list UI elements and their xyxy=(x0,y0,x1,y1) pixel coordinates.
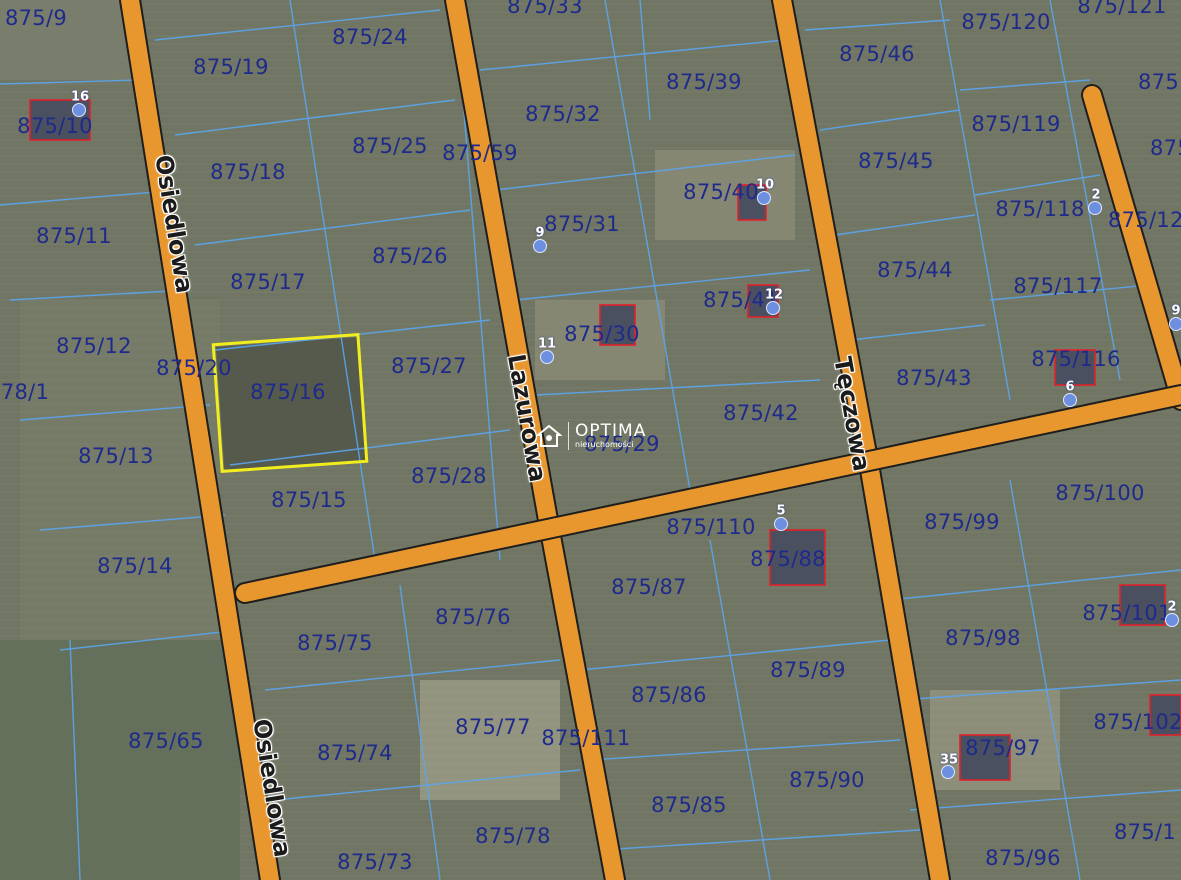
field-patch xyxy=(420,680,560,800)
parcel-label[interactable]: 875/118 xyxy=(995,197,1084,221)
address-point[interactable] xyxy=(1165,613,1179,627)
parcel-label[interactable]: 875/100 xyxy=(1055,481,1144,505)
address-point[interactable] xyxy=(1088,201,1102,215)
parcel-label[interactable]: 875/11 xyxy=(36,224,112,248)
parcel-label[interactable]: 875/31 xyxy=(544,212,620,236)
parcel-label[interactable]: 875/99 xyxy=(924,510,1000,534)
address-number: 9 xyxy=(535,225,545,241)
address-point[interactable] xyxy=(757,191,771,205)
field-patch xyxy=(0,640,240,880)
address-number: 16 xyxy=(70,89,90,105)
address-point[interactable] xyxy=(533,239,547,253)
parcel-label[interactable]: 875/39 xyxy=(666,70,742,94)
address-point[interactable] xyxy=(540,350,554,364)
parcel-label[interactable]: 875/78 xyxy=(475,824,551,848)
house-logo-icon xyxy=(536,424,562,447)
parcel-label[interactable]: 875/20 xyxy=(156,356,232,380)
parcel-label[interactable]: 875/13 xyxy=(78,444,154,468)
parcel-label[interactable]: 875/15 xyxy=(271,488,347,512)
address-number: 11 xyxy=(537,336,557,352)
parcel-label[interactable]: 875/110 xyxy=(666,515,755,539)
address-number: 35 xyxy=(939,752,959,768)
parcel-label[interactable]: 875/85 xyxy=(651,793,727,817)
parcel-label[interactable]: 875/19 xyxy=(193,55,269,79)
parcel-label[interactable]: 875/97 xyxy=(965,736,1041,760)
parcel-label[interactable]: 875/76 xyxy=(435,605,511,629)
watermark-text: OPTIMA nieruchomości xyxy=(575,421,647,450)
parcel-label[interactable]: 875/88 xyxy=(750,547,826,571)
watermark-title: OPTIMA xyxy=(575,421,647,441)
parcel-label[interactable]: 875/89 xyxy=(770,658,846,682)
parcel-label[interactable]: 875/59 xyxy=(442,141,518,165)
parcel-label[interactable]: 875/24 xyxy=(332,25,408,49)
parcel-label[interactable]: 875/46 xyxy=(839,42,915,66)
parcel-label[interactable]: 875/117 xyxy=(1013,274,1102,298)
parcel-label[interactable]: 875/120 xyxy=(961,10,1050,34)
parcel-label[interactable]: 875/ xyxy=(1150,136,1181,160)
parcel-label[interactable]: 875/98 xyxy=(945,626,1021,650)
parcel-label[interactable]: 875/28 xyxy=(411,464,487,488)
parcel-label[interactable]: 875/43 xyxy=(896,366,972,390)
parcel-label[interactable]: 875/119 xyxy=(971,112,1060,136)
parcel-label[interactable]: 875/77 xyxy=(455,715,531,739)
parcel-label[interactable]: 875/90 xyxy=(789,768,865,792)
parcel-label[interactable]: 875/96 xyxy=(985,846,1061,870)
parcel-label[interactable]: 875/127 xyxy=(1108,208,1181,232)
address-point[interactable] xyxy=(774,517,788,531)
parcel-label[interactable]: 875/9 xyxy=(5,6,67,30)
parcel-label-selected[interactable]: 875/16 xyxy=(250,380,326,404)
parcel-label[interactable]: 875 xyxy=(1138,70,1179,94)
parcel-label[interactable]: 875/45 xyxy=(858,149,934,173)
parcel-label[interactable]: 875/40 xyxy=(683,180,759,204)
parcel-label[interactable]: 875/44 xyxy=(877,258,953,282)
parcel-label[interactable]: 875/87 xyxy=(611,575,687,599)
parcel-label[interactable]: 875/26 xyxy=(372,244,448,268)
parcel-label[interactable]: 875/14 xyxy=(97,554,173,578)
parcel-label[interactable]: 875/18 xyxy=(210,160,286,184)
parcel-label[interactable]: 875/42 xyxy=(723,401,799,425)
parcel-label[interactable]: 875/12 xyxy=(56,334,132,358)
parcel-label[interactable]: 875/10 xyxy=(17,114,93,138)
parcel-label[interactable]: 875/25 xyxy=(352,134,428,158)
parcel-label[interactable]: 875/33 xyxy=(507,0,583,18)
address-point[interactable] xyxy=(766,301,780,315)
address-number: 9 xyxy=(1171,303,1181,319)
cadastral-map[interactable]: 875/9 875/24 875/19 875/33 875/39 875/46… xyxy=(0,0,1181,880)
watermark: OPTIMA nieruchomości xyxy=(536,422,646,450)
parcel-label[interactable]: 875/1 xyxy=(1114,820,1176,844)
address-number: 10 xyxy=(755,177,775,193)
address-number: 2 xyxy=(1167,599,1177,615)
parcel-label[interactable]: 875/27 xyxy=(391,354,467,378)
address-point[interactable] xyxy=(72,103,86,117)
parcel-label[interactable]: 875/102 xyxy=(1093,710,1181,734)
watermark-divider xyxy=(568,422,569,450)
parcel-label[interactable]: 875/65 xyxy=(128,729,204,753)
parcel-label[interactable]: 875/75 xyxy=(297,631,373,655)
watermark-subtitle: nieruchomości xyxy=(575,440,634,449)
address-point[interactable] xyxy=(1169,317,1181,331)
parcel-label[interactable]: 875/32 xyxy=(525,102,601,126)
parcel-label[interactable]: 875/121 xyxy=(1077,0,1166,18)
parcel-label[interactable]: 875/86 xyxy=(631,683,707,707)
parcel-label[interactable]: 875/116 xyxy=(1031,347,1120,371)
address-point[interactable] xyxy=(1063,393,1077,407)
address-number: 5 xyxy=(776,503,786,519)
parcel-label[interactable]: 875/111 xyxy=(541,726,630,750)
parcel-label[interactable]: 875/17 xyxy=(230,270,306,294)
parcel-label[interactable]: 875/101 xyxy=(1082,601,1171,625)
parcel-label[interactable]: 78/1 xyxy=(1,380,49,404)
address-number: 6 xyxy=(1065,379,1075,395)
parcel-label[interactable]: 875/74 xyxy=(317,741,393,765)
parcel-label[interactable]: 875/73 xyxy=(337,850,413,874)
parcel-label[interactable]: 875/30 xyxy=(564,322,640,346)
address-number: 2 xyxy=(1091,187,1101,203)
address-number: 12 xyxy=(764,287,784,303)
